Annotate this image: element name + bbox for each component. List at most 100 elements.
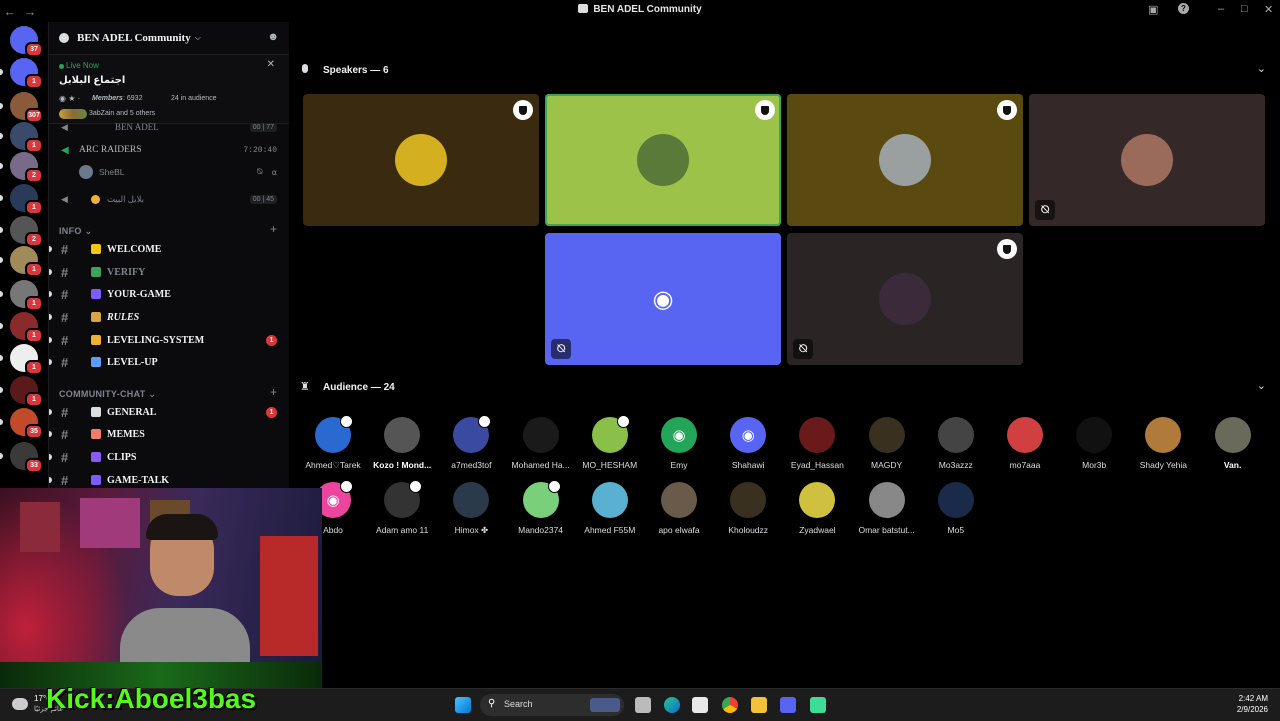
add-channel-icon[interactable]: +: [270, 222, 277, 236]
moderator-shield-icon: [478, 415, 492, 428]
audience-member[interactable]: Omar batstut...: [855, 482, 919, 535]
speaker-tile[interactable]: [545, 94, 781, 226]
discord-avatar-icon: ◉: [661, 417, 697, 453]
server-icon-s5[interactable]: 2: [10, 152, 43, 183]
server-icon-s8[interactable]: 1: [10, 246, 43, 277]
discord-taskbar-icon[interactable]: [780, 697, 796, 713]
speaker-icon: ◀: [61, 121, 68, 132]
speaker-icon: ◀: [61, 193, 68, 204]
server-icon-s14[interactable]: 33: [10, 442, 43, 473]
close-icon[interactable]: ✕: [1264, 3, 1273, 16]
channel-memes[interactable]: # MEMES: [49, 423, 289, 445]
server-icon-s4[interactable]: 1: [10, 122, 43, 153]
category-info[interactable]: INFO ⌄: [59, 226, 92, 237]
server-icon-discord[interactable]: 1: [10, 58, 43, 89]
add-channel-icon[interactable]: +: [270, 385, 277, 399]
server-icon-home[interactable]: 37: [10, 26, 43, 57]
app-taskbar-icon[interactable]: [810, 697, 826, 713]
speaker-tile[interactable]: [303, 94, 539, 226]
channel-leveling-system[interactable]: # LEVELING-SYSTEM 1: [49, 329, 289, 351]
server-badge: 1: [25, 360, 43, 375]
audience-member[interactable]: Kholoudzz: [716, 482, 780, 535]
audience-member[interactable]: Ahmed F55M: [578, 482, 642, 535]
audience-member[interactable]: MAGDY: [855, 417, 919, 470]
speaker-tile[interactable]: [787, 94, 1023, 226]
channel-welcome[interactable]: # WELCOME: [49, 238, 289, 260]
server-header[interactable]: BEN ADEL Community ⌵ ☻: [49, 22, 289, 55]
server-badge: 35: [25, 424, 43, 439]
audience-name: Van.: [1223, 460, 1242, 470]
channel-name: CLIPS: [107, 451, 137, 463]
channel-rules[interactable]: # RULES: [49, 306, 289, 328]
server-badge: 37: [25, 42, 43, 57]
avatar: [453, 415, 492, 453]
audience-member[interactable]: Zyadwael: [785, 482, 849, 535]
audience-member[interactable]: Himox ✤: [439, 482, 503, 536]
audience-member[interactable]: ◉ Shahawi: [716, 417, 780, 470]
channel-sidebar: BEN ADEL Community ⌵ ☻ Live Now ✕ اجتماع…: [48, 22, 290, 488]
chrome-icon[interactable]: [722, 697, 738, 713]
audience-member[interactable]: Mor3b: [1062, 417, 1126, 470]
server-icon-s6[interactable]: 1: [10, 184, 43, 215]
windows-start-icon[interactable]: [455, 697, 471, 713]
server-badge: 1: [25, 74, 43, 89]
moderator-shield-icon: [409, 480, 423, 493]
audience-name: Ahmed F55M: [584, 525, 636, 535]
audience-member[interactable]: a7med3tof: [439, 415, 503, 470]
speaker-tile[interactable]: ⦰: [787, 233, 1023, 365]
server-icon-s13[interactable]: 35: [10, 408, 43, 439]
audience-member[interactable]: Ahmed♡Tarek: [301, 415, 365, 471]
server-badge: 33: [25, 458, 43, 473]
server-icon-s11[interactable]: 1: [10, 344, 43, 375]
channel-level-up[interactable]: # LEVEL-UP: [49, 351, 289, 373]
channel-verify[interactable]: # VERIFY: [49, 261, 289, 283]
taskbar-search[interactable]: ⚲ Search: [480, 694, 624, 716]
server-icon-s7[interactable]: 2: [10, 216, 43, 247]
voice-channel-arc-raiders[interactable]: ◀ ARC RAIDERS 7:20:40: [49, 139, 289, 161]
maximize-icon[interactable]: □: [1241, 3, 1248, 15]
speaker-tile[interactable]: ⦰: [1029, 94, 1265, 226]
server-icon-s10[interactable]: 1: [10, 312, 43, 343]
voice-user-shebl[interactable]: SheBL ⦰ ⍺: [49, 161, 289, 183]
audience-member[interactable]: apo elwafa: [647, 482, 711, 535]
audience-member[interactable]: Mo3azzz: [924, 417, 988, 470]
audience-member[interactable]: ◉ Emy: [647, 417, 711, 470]
audience-member[interactable]: mo7aaa: [993, 417, 1057, 470]
audience-member[interactable]: Shady Yehia: [1131, 417, 1195, 470]
audience-member[interactable]: Mando2374: [509, 480, 573, 535]
channel-general[interactable]: # GENERAL 1: [49, 401, 289, 423]
speaker-tile[interactable]: ◉ ⦰: [545, 233, 781, 365]
server-icon-s3[interactable]: 307: [10, 92, 43, 123]
audience-member[interactable]: Mo5: [924, 482, 988, 535]
file-explorer-icon[interactable]: [751, 697, 767, 713]
edge-icon[interactable]: [664, 697, 680, 713]
collapse-audience-icon[interactable]: ⌄: [1257, 379, 1266, 392]
audience-member[interactable]: Adam amo 11: [370, 480, 434, 535]
minimize-icon[interactable]: –: [1218, 3, 1224, 15]
channel-your-game[interactable]: # YOUR-GAME: [49, 283, 289, 305]
server-icon-s9[interactable]: 1: [10, 280, 43, 311]
channel-emoji-icon: [91, 357, 101, 367]
voice-channel-ben-adel[interactable]: ◀ BEN ADEL 00 | 77: [49, 116, 289, 138]
help-icon[interactable]: ?: [1178, 3, 1189, 14]
audience-member[interactable]: MO_HESHAM: [578, 415, 642, 470]
store-icon[interactable]: [692, 697, 708, 713]
collapse-speakers-icon[interactable]: ⌄: [1257, 62, 1266, 75]
voice-channel-balabel[interactable]: ◀ بلابل البيت 00 | 45: [49, 188, 289, 210]
task-view-icon[interactable]: [635, 697, 651, 713]
close-icon[interactable]: ✕: [267, 59, 275, 70]
category-community-chat[interactable]: COMMUNITY-CHAT ⌄: [59, 389, 156, 400]
audience-member[interactable]: Van.: [1201, 417, 1265, 470]
live-stage-card[interactable]: Live Now ✕ اجتماع البلابل ◉ ★ · Members …: [49, 55, 289, 124]
audience-member[interactable]: Kozo ! Mond...: [370, 417, 434, 470]
audience-name: Kholoudzz: [728, 525, 769, 535]
audience-member[interactable]: Mohamed Ha...: [509, 417, 573, 470]
channel-game-talk[interactable]: # GAME-TALK: [49, 469, 289, 488]
add-friend-icon[interactable]: ☻: [267, 31, 279, 43]
search-highlight-icon: [590, 698, 620, 712]
audience-member[interactable]: Eyad_Hassan: [785, 417, 849, 470]
channel-clips[interactable]: # CLIPS: [49, 446, 289, 468]
server-badge: 1: [25, 200, 43, 215]
inbox-icon[interactable]: ▣: [1148, 3, 1158, 16]
server-icon-s12[interactable]: 1: [10, 376, 43, 407]
